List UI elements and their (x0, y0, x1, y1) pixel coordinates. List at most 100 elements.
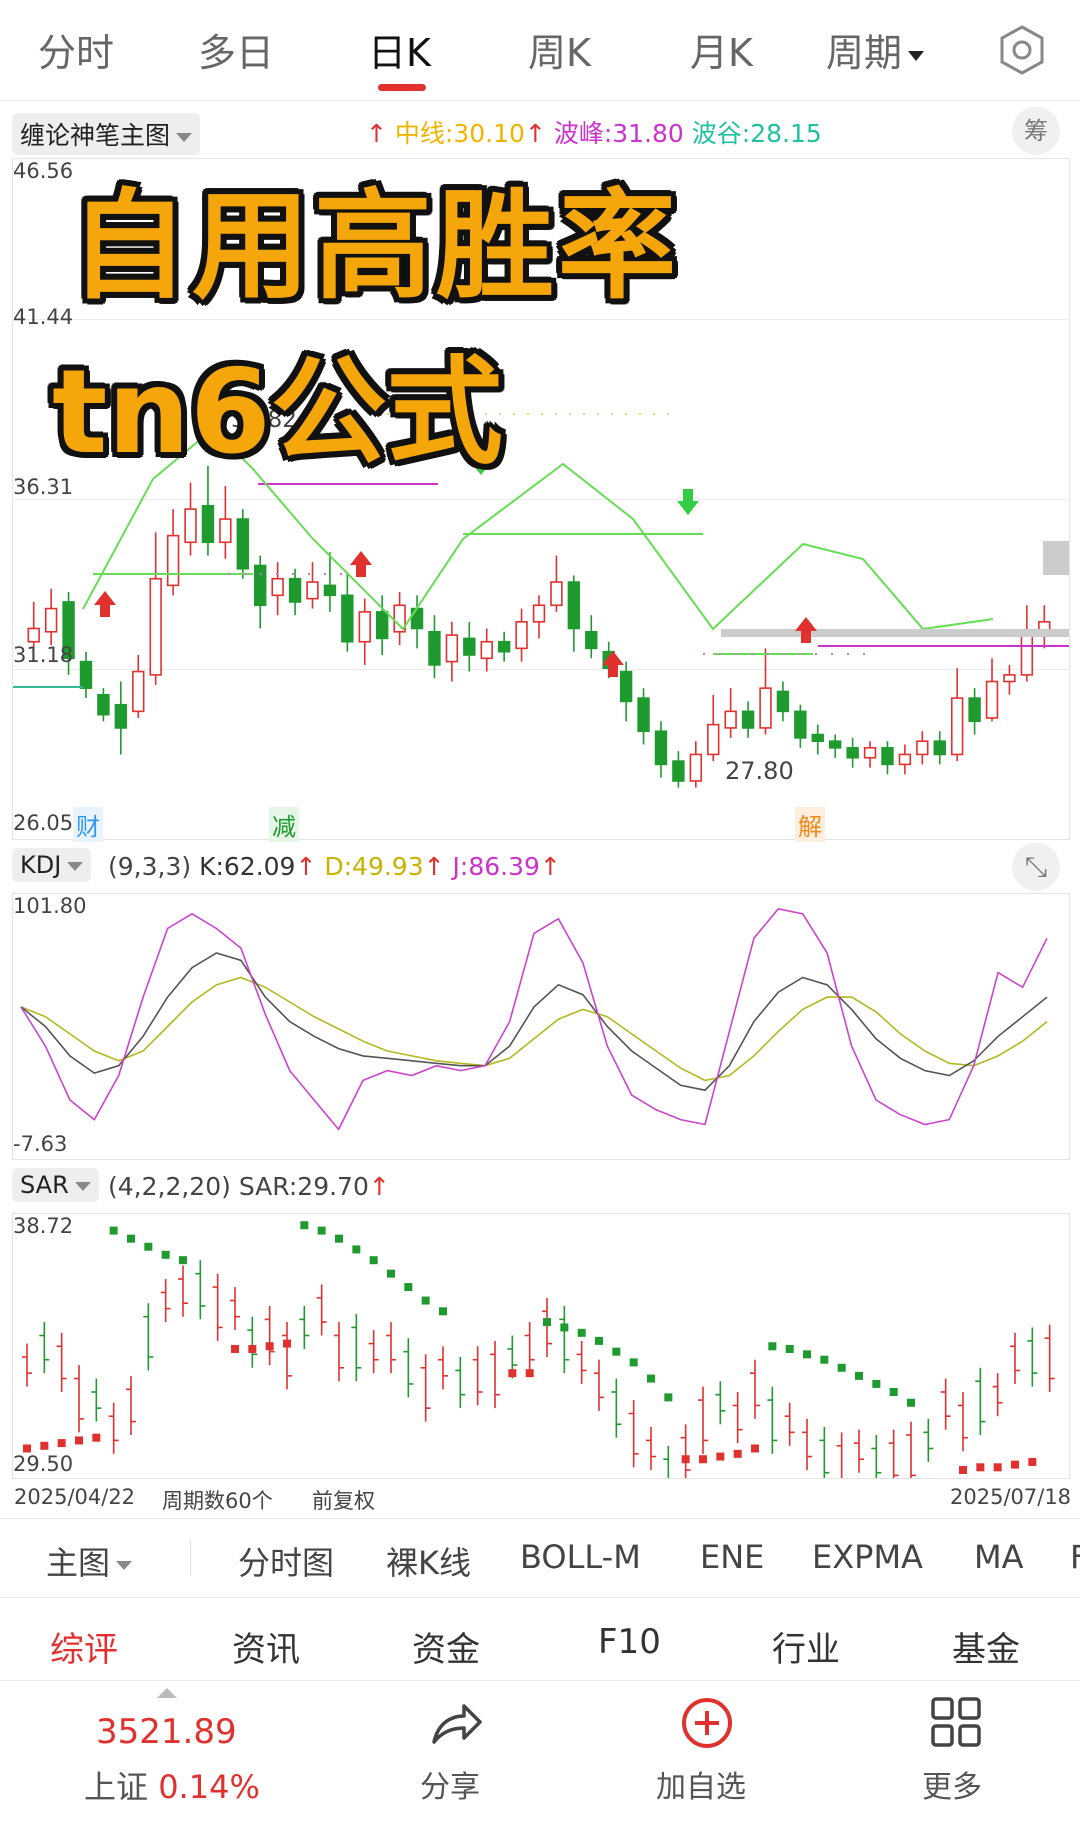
chip-distribution-button[interactable]: 筹 (1012, 107, 1060, 155)
sar-dot (335, 1234, 343, 1243)
sar-dot (629, 1358, 638, 1367)
sar-dot (248, 1344, 257, 1353)
settings-hexagon-icon[interactable] (998, 24, 1046, 76)
candle-body (271, 577, 284, 597)
sar-dot (57, 1439, 66, 1448)
share-icon[interactable] (428, 1698, 484, 1748)
sar-dot (681, 1455, 690, 1464)
indicator-fenshitu[interactable]: 分时图 (238, 1538, 334, 1584)
tab-monthly-k[interactable]: 月K (690, 22, 753, 77)
y-axis-label: 31.18 (13, 643, 74, 667)
marker-jian[interactable]: 减 (269, 807, 299, 842)
candle-body (463, 637, 476, 656)
kdj-selector[interactable]: KDJ (12, 848, 92, 882)
sar-dot (889, 1387, 898, 1396)
main-indicator-values: ↑ 中线:30.10↑ 波峰:31.80 波谷:28.15 (366, 114, 822, 150)
bofeng-value: 31.80 (612, 119, 684, 148)
zhongxian-value: 30.10 (453, 119, 525, 148)
date-start: 2025/04/22 (14, 1485, 136, 1509)
candle-body (410, 607, 424, 630)
candle-body (619, 670, 633, 703)
divider (190, 1540, 191, 1576)
candle-body (323, 584, 337, 597)
marker-cai[interactable]: 财 (73, 807, 103, 842)
candle-body (480, 640, 493, 660)
main-indicator-selector[interactable]: 缠论神笔主图 (12, 113, 201, 155)
candle-body (236, 518, 249, 570)
kdj-d-line (20, 976, 1048, 1082)
candle-body (27, 627, 40, 643)
index-name: 上证 (84, 1768, 149, 1806)
period-count: 周期数60个 (162, 1489, 273, 1513)
indicator-ma[interactable]: MA (974, 1538, 1024, 1576)
candle-body (1003, 674, 1016, 683)
candle-body (184, 508, 197, 544)
sar-dot (803, 1350, 811, 1359)
tab-f10[interactable]: F10 (598, 1622, 661, 1662)
more-button[interactable]: 更多 (922, 1762, 982, 1806)
candle-body (689, 753, 703, 782)
candle-body (1020, 630, 1034, 676)
sar-dot (300, 1221, 309, 1230)
tab-weekly-k[interactable]: 周K (528, 22, 591, 77)
indicator-ene[interactable]: ENE (700, 1538, 764, 1576)
up-arrow-icon: ↑ (295, 852, 317, 881)
candle-body (759, 687, 772, 729)
expand-up-icon[interactable] (157, 1688, 177, 1698)
sar-dot (664, 1393, 673, 1402)
candle-body (916, 740, 929, 756)
candle-body (741, 710, 755, 729)
marker-jie[interactable]: 解 (795, 807, 825, 842)
indicator-f[interactable]: F (1070, 1538, 1080, 1576)
period-tab-bar: 分时 多日 日K 周K 月K 周期 (0, 0, 1080, 101)
candle-body (794, 710, 807, 739)
tab-fenshi[interactable]: 分时 (38, 22, 114, 77)
sar-dot (595, 1336, 603, 1345)
candle-body (881, 747, 894, 766)
main-chart-dropdown[interactable]: 主图 (46, 1538, 133, 1584)
expand-icon[interactable]: ⤡ (1012, 843, 1060, 891)
buy-arrow-icon (795, 617, 817, 643)
tab-jijin[interactable]: 基金 (952, 1622, 1020, 1671)
tab-period-dropdown[interactable]: 周期 (826, 22, 925, 77)
sar-dot (525, 1369, 534, 1378)
sar-dot (404, 1283, 413, 1292)
tab-zongping[interactable]: 综评 (50, 1622, 118, 1671)
sar-dot (508, 1369, 517, 1378)
sar-dot (785, 1344, 794, 1353)
candle-body (79, 660, 93, 689)
more-grid-icon[interactable] (930, 1696, 982, 1748)
adjust-mode[interactable]: 前复权 (312, 1485, 375, 1515)
up-arrow-icon: ↑ (539, 852, 561, 881)
candle-body (968, 697, 981, 723)
indicator-expma[interactable]: EXPMA (812, 1538, 923, 1576)
active-tab-underline (378, 84, 426, 91)
bofeng-label: 波峰: (553, 119, 613, 148)
candle-body (515, 621, 528, 650)
up-arrow-icon: ↑ (368, 1172, 390, 1201)
tab-zixun[interactable]: 资讯 (232, 1622, 300, 1671)
indicator-luokxian[interactable]: 裸K线 (386, 1538, 471, 1584)
candle-body (306, 581, 319, 600)
candle-body (532, 604, 546, 623)
sar-dot (976, 1463, 985, 1472)
share-button[interactable]: 分享 (420, 1762, 480, 1806)
tab-daily-k[interactable]: 日K (368, 22, 431, 77)
add-watchlist-icon[interactable] (680, 1696, 734, 1750)
sar-dot (127, 1234, 135, 1243)
sar-dot (768, 1342, 777, 1351)
sar-dot (612, 1347, 621, 1356)
kdj-y-max: 101.80 (13, 894, 87, 918)
sar-dot (959, 1466, 967, 1474)
add-watchlist-button[interactable]: 加自选 (656, 1762, 746, 1806)
sar-selector[interactable]: SAR (12, 1168, 99, 1202)
index-value[interactable]: 3521.89 (96, 1712, 237, 1752)
sar-dot (75, 1436, 83, 1445)
tab-duori[interactable]: 多日 (198, 22, 274, 77)
indicator-boll-m[interactable]: BOLL-M (520, 1538, 641, 1576)
index-summary[interactable]: 上证 0.14% (84, 1762, 260, 1808)
sar-dot (872, 1379, 881, 1388)
tab-hangye[interactable]: 行业 (772, 1622, 840, 1671)
candle-body (898, 753, 912, 766)
tab-zijin[interactable]: 资金 (412, 1622, 480, 1671)
